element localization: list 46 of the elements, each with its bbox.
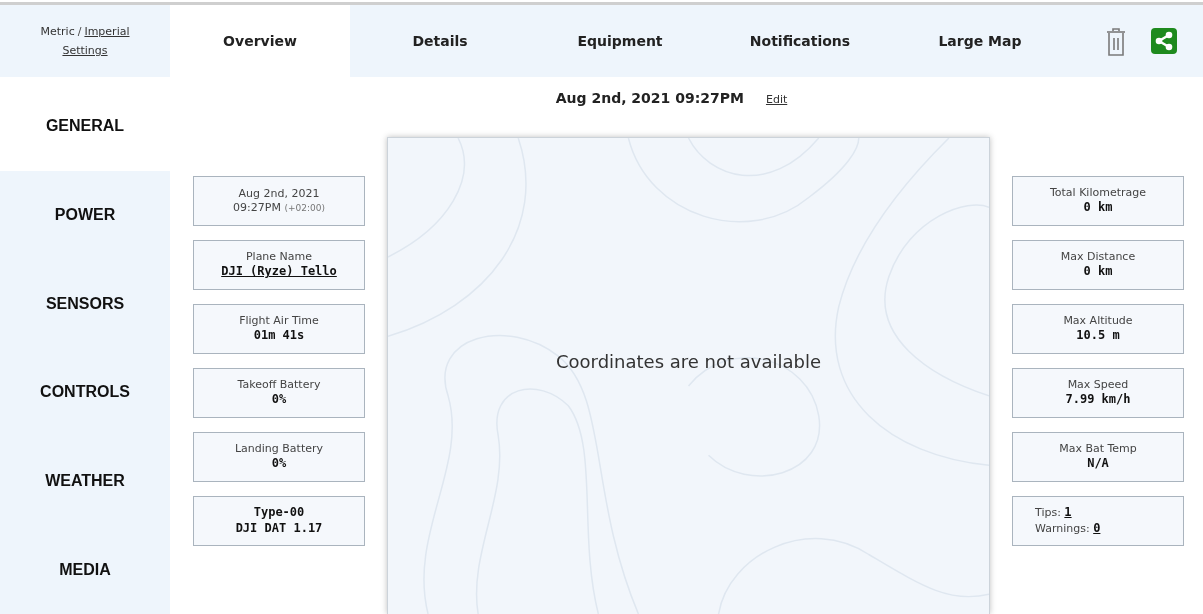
sidebar-item[interactable]: SENSORS [0,259,170,348]
card-label: Takeoff Battery [237,378,321,393]
nav-tab[interactable]: Overview [170,5,350,77]
card-label: Flight Air Time [239,314,319,329]
separator-text: / [77,25,82,38]
card-label: Max Altitude [1063,314,1133,329]
flight-date: Aug 2nd, 2021 09:27PM [555,90,744,106]
share-icon[interactable] [1151,28,1178,54]
card-value: 01m 41s [253,328,305,344]
card-label: Max Bat Temp [1059,442,1137,457]
warnings-count-link[interactable]: 0 [1093,521,1101,535]
edit-link[interactable]: Edit [765,93,788,106]
nav-tab[interactable]: Notifications [710,5,890,77]
card-value: 0% [271,456,287,472]
date-text: Aug 2nd, 2021 [238,186,320,201]
card-value: 0 km [1083,200,1113,216]
card-label: Max Speed [1067,378,1129,393]
nav-tab[interactable]: Equipment [530,5,710,77]
tips-label: Tips: [1035,506,1061,520]
card-value: 7.99 km/h [1065,392,1131,408]
card-value: N/A [1087,456,1109,472]
timezone-text: (+02:00) [284,203,325,213]
card-value: 0% [271,392,287,408]
sidebar-item[interactable]: WEATHER [0,436,170,526]
card-value: 10.5 m [1076,328,1120,344]
card-label: Max Distance [1060,250,1136,265]
settings-link[interactable]: Settings [62,44,108,57]
plane-name-link[interactable]: DJI (Ryze) Tello [221,264,337,280]
card-label: Plane Name [245,250,313,265]
trash-icon[interactable] [1105,28,1126,56]
card-label: Landing Battery [234,442,323,457]
card-value: Type-00 [253,505,305,521]
nav-tab[interactable]: Details [350,5,530,77]
imperial-link[interactable]: Imperial [84,25,130,38]
time-text: 09:27PM [233,201,281,214]
metric-label: Metric [40,25,75,38]
sidebar-item[interactable]: CONTROLS [0,348,170,437]
sidebar-item[interactable]: POWER [0,170,170,260]
nav-tab[interactable]: Large Map [890,5,1070,77]
tips-count-link[interactable]: 1 [1064,505,1072,520]
map-message: Coordinates are not available [555,350,822,372]
card-value: DJI DAT 1.17 [235,521,323,537]
card-label: Total Kilometrage [1049,186,1147,201]
sidebar-item[interactable]: MEDIA [0,525,170,614]
warnings-label: Warnings: [1035,522,1090,535]
card-value: 0 km [1083,264,1113,280]
